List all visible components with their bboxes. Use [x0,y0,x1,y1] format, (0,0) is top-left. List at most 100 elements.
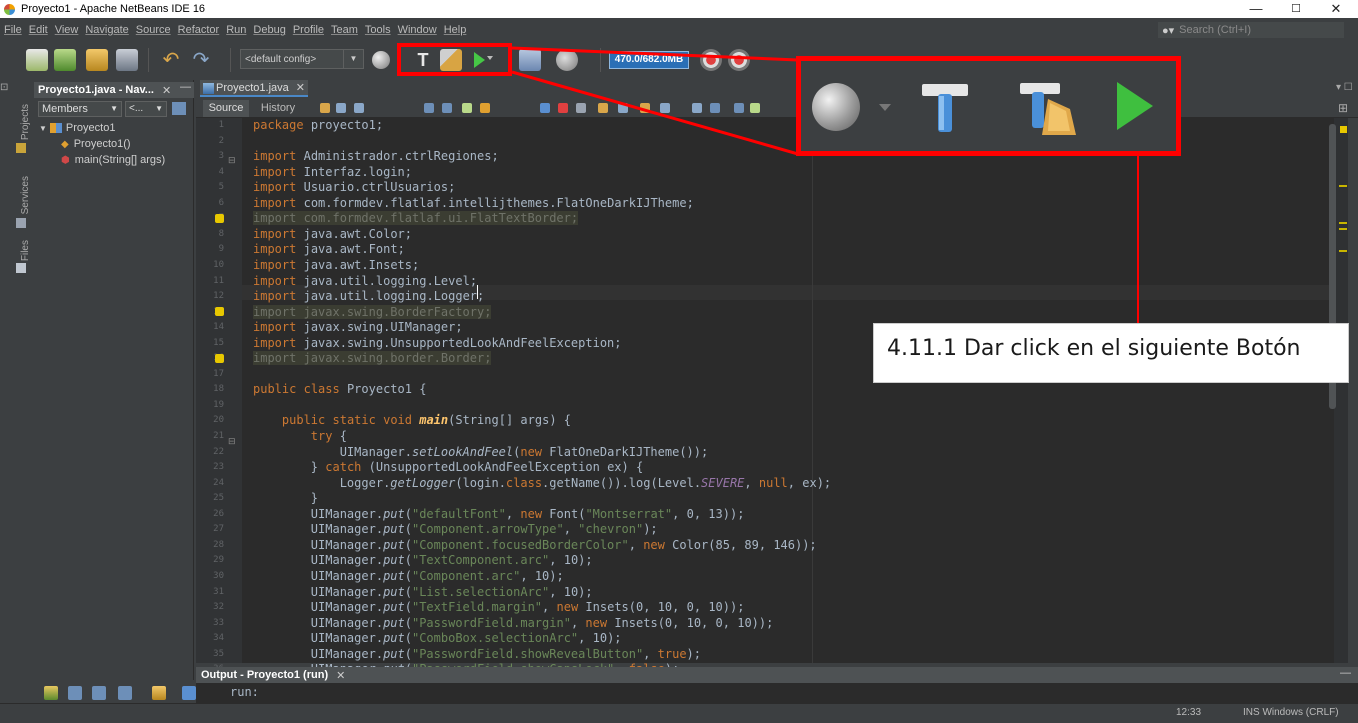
profile-project-icon[interactable] [556,49,578,71]
globe-icon[interactable] [372,51,390,69]
tab-history[interactable]: History [254,100,302,117]
nav-item-class[interactable]: ▼ Proyecto1 [39,122,115,134]
editor-tool-icon[interactable] [598,103,608,113]
menu-tools[interactable]: Tools [365,24,391,36]
close-button[interactable]: ✕ [1316,0,1356,18]
code-line: import Usuario.ctrlUsuarios; [253,180,456,195]
navigator-header[interactable]: Proyecto1.java - Nav... ✕ [34,82,194,98]
minimize-panel-icon[interactable]: — [1340,667,1351,679]
editor-tool-icon[interactable] [480,103,490,113]
undo-icon[interactable]: ↶ [160,49,182,71]
access-filter-value: <... [129,103,144,114]
window-menu-icon[interactable]: ▾ ☐ [1336,82,1353,93]
close-icon[interactable]: ✕ [336,669,345,682]
editor-tool-icon[interactable] [750,103,760,113]
menu-bar: File Edit View Navigate Source Refactor … [0,18,1358,42]
redo-icon[interactable]: ↷ [190,49,212,71]
menu-file[interactable]: File [4,24,22,36]
hint-bulb-icon[interactable] [215,214,224,223]
editor-tool-icon[interactable] [692,103,702,113]
split-editor-icon[interactable]: ⊞ [1338,101,1348,115]
output-panel-header[interactable]: Output - Proyecto1 (run) ✕ [196,667,1358,683]
maximize-button[interactable]: ☐ [1276,0,1316,18]
memory-meter[interactable]: 470.0/682.0MB [609,51,689,69]
editor-tool-icon[interactable] [640,103,650,113]
editor-tool-icon[interactable] [354,103,364,113]
editor-tool-icon[interactable] [336,103,346,113]
editor-tool-icon[interactable] [320,103,330,113]
code-line: UIManager.put("ComboBox.selectionArc", 1… [310,631,622,646]
restore-window-icon[interactable]: ⊡ [0,82,12,96]
search-input[interactable]: ●▾ Search (Ctrl+I) [1158,22,1344,38]
editor-tool-icon[interactable] [540,103,550,113]
menu-refactor[interactable]: Refactor [178,24,220,36]
editor-tool-icon[interactable] [576,103,586,113]
code-line: import com.formdev.flatlaf.ui.FlatTextBo… [253,211,579,226]
output-title: Output - Proyecto1 (run) [201,669,329,681]
menu-view[interactable]: View [55,24,79,36]
rerun-icon[interactable] [44,686,58,700]
menu-run[interactable]: Run [226,24,246,36]
hint-bulb-icon[interactable] [215,354,224,363]
nav-item-label: Proyecto1 [65,122,116,134]
warning-marker-icon[interactable] [1340,126,1347,133]
settings-icon[interactable] [152,686,166,700]
gc-icon[interactable] [700,49,722,71]
fold-icon[interactable]: ⊟ [228,155,236,166]
fold-icon[interactable]: ⊟ [228,436,236,447]
tab-services[interactable]: Services [20,176,31,214]
open-project-icon[interactable] [86,49,108,71]
editor-tool-icon[interactable] [442,103,452,113]
nav-item-constructor[interactable]: ◆ Proyecto1() [61,138,131,150]
code-line: package proyecto1; [253,118,384,132]
editor-tool-icon[interactable] [618,103,628,113]
warning-stripe[interactable] [1339,228,1347,230]
tab-files[interactable]: Files [20,240,31,261]
new-project-icon[interactable] [54,49,76,71]
line-number: 30 [213,570,224,581]
lock-icon[interactable] [118,686,132,700]
output-console[interactable] [196,683,1358,703]
minimize-button[interactable]: — [1236,0,1276,18]
pause-icon[interactable] [92,686,106,700]
debug-project-icon[interactable] [519,49,541,71]
menu-source[interactable]: Source [136,24,171,36]
editor-tool-icon[interactable] [558,103,568,113]
profile-ide-icon[interactable] [728,49,750,71]
editor-tool-icon[interactable] [462,103,472,113]
hint-bulb-icon[interactable] [215,307,224,316]
save-all-icon[interactable] [116,49,138,71]
close-icon[interactable]: ✕ [296,81,305,94]
menu-navigate[interactable]: Navigate [85,24,128,36]
editor-tool-icon[interactable] [710,103,720,113]
editor-tool-icon[interactable] [424,103,434,113]
nav-item-method[interactable]: ⬢ main(String[] args) [61,154,165,166]
zoomed-clean-build-icon [1020,83,1076,135]
close-icon[interactable]: ✕ [162,84,171,97]
line-number: 35 [213,648,224,659]
wrap-icon[interactable] [182,686,196,700]
tab-proyecto1-java[interactable]: Proyecto1.java ✕ [200,80,308,97]
new-file-icon[interactable] [26,49,48,71]
editor-tool-icon[interactable] [734,103,744,113]
stop-icon[interactable] [68,686,82,700]
code-line: UIManager.put("TextComponent.arc", 10); [310,553,593,568]
editor-tool-icon[interactable] [660,103,670,113]
menu-window[interactable]: Window [398,24,437,36]
tab-source[interactable]: Source [203,100,249,117]
warning-stripe[interactable] [1339,185,1347,187]
menu-profile[interactable]: Profile [293,24,324,36]
menu-help[interactable]: Help [444,24,467,36]
warning-stripe[interactable] [1339,250,1347,252]
minimize-panel-icon[interactable]: — [180,81,191,93]
menu-edit[interactable]: Edit [29,24,48,36]
filter-options-icon[interactable] [172,102,186,115]
vertical-scrollbar[interactable] [1334,118,1348,663]
menu-team[interactable]: Team [331,24,358,36]
access-filter-select[interactable]: <... ▼ [125,101,167,117]
warning-stripe[interactable] [1339,222,1347,224]
config-select[interactable]: <default config> ▼ [240,49,364,69]
members-filter-select[interactable]: Members ▼ [38,101,122,117]
tab-projects[interactable]: Projects [20,104,31,140]
menu-debug[interactable]: Debug [253,24,285,36]
